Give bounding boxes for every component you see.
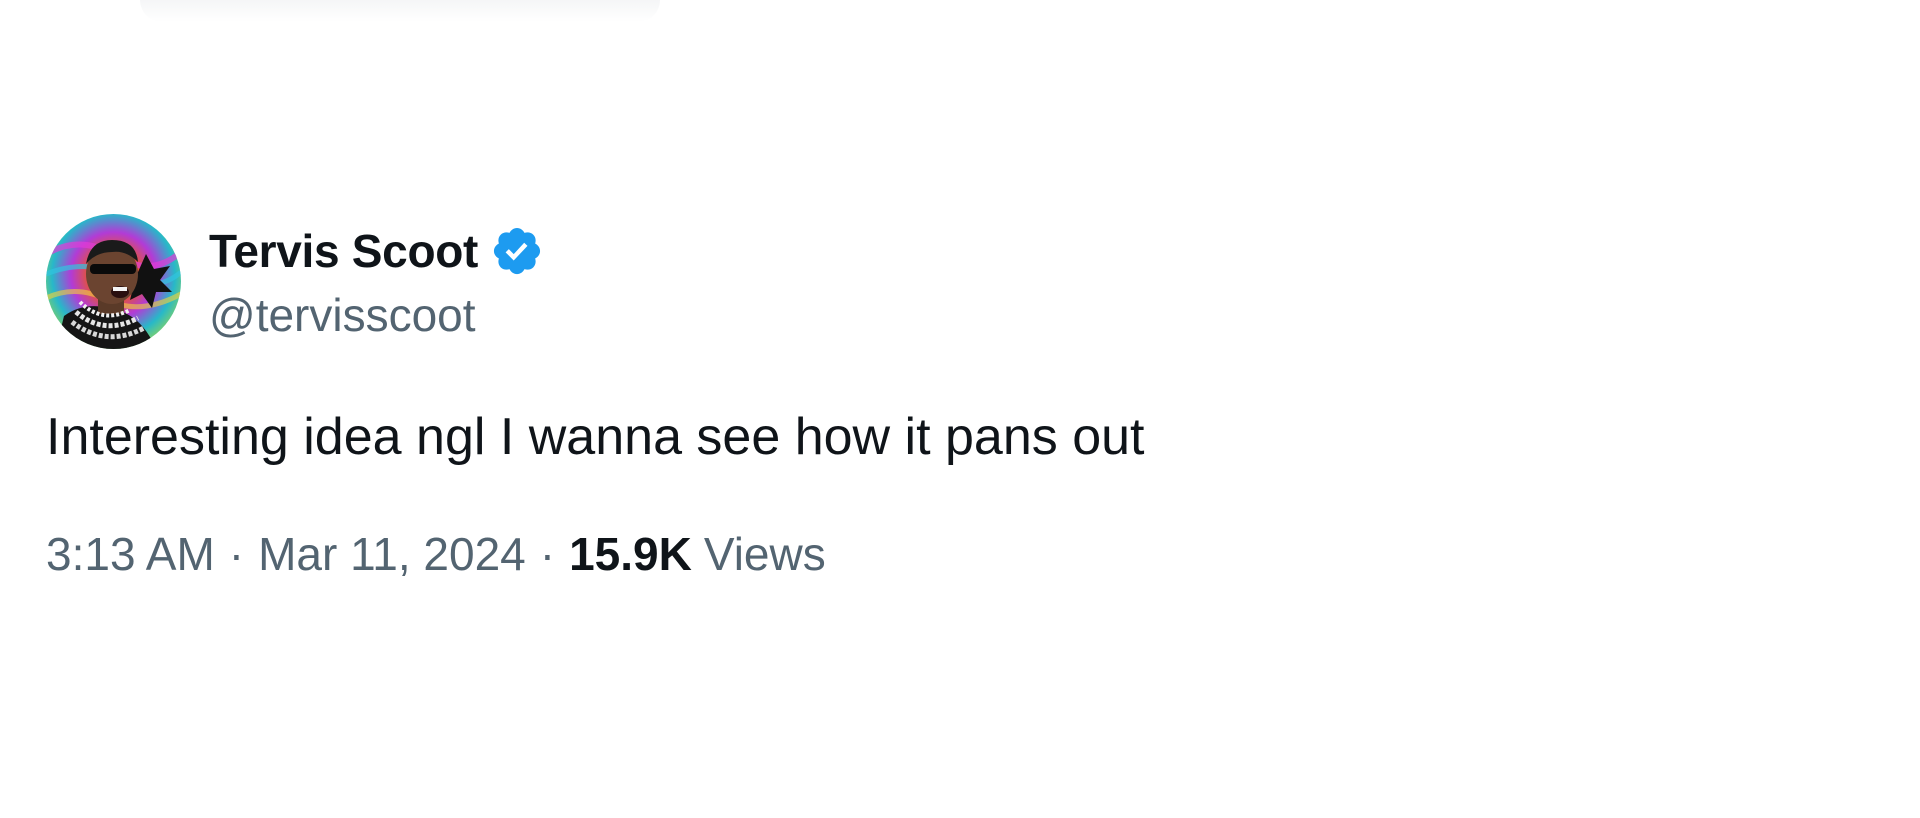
tweet-text: Interesting idea ngl I wanna see how it … bbox=[46, 408, 1145, 466]
tweet-time[interactable]: 3:13 AM bbox=[46, 527, 215, 581]
avatar-image bbox=[46, 214, 181, 349]
top-decoration bbox=[140, 0, 660, 22]
meta-separator: · bbox=[228, 528, 245, 580]
views-label[interactable]: Views bbox=[704, 527, 826, 581]
tweet-header: Tervis Scoot @tervisscoot bbox=[46, 214, 1746, 349]
verified-badge-icon[interactable] bbox=[490, 224, 544, 278]
tweet-card: Tervis Scoot @tervisscoot Interesting id… bbox=[46, 214, 1746, 581]
author-display-name[interactable]: Tervis Scoot bbox=[209, 224, 478, 278]
avatar[interactable] bbox=[46, 214, 181, 349]
views-count[interactable]: 15.9K bbox=[569, 527, 692, 581]
tweet-date[interactable]: Mar 11, 2024 bbox=[258, 527, 526, 581]
name-row: Tervis Scoot bbox=[209, 222, 544, 280]
tweet-meta: 3:13 AM · Mar 11, 2024 · 15.9K Views bbox=[46, 527, 1746, 581]
author-handle[interactable]: @tervisscoot bbox=[209, 288, 544, 342]
author-names: Tervis Scoot @tervisscoot bbox=[209, 222, 544, 342]
meta-separator: · bbox=[539, 528, 556, 580]
